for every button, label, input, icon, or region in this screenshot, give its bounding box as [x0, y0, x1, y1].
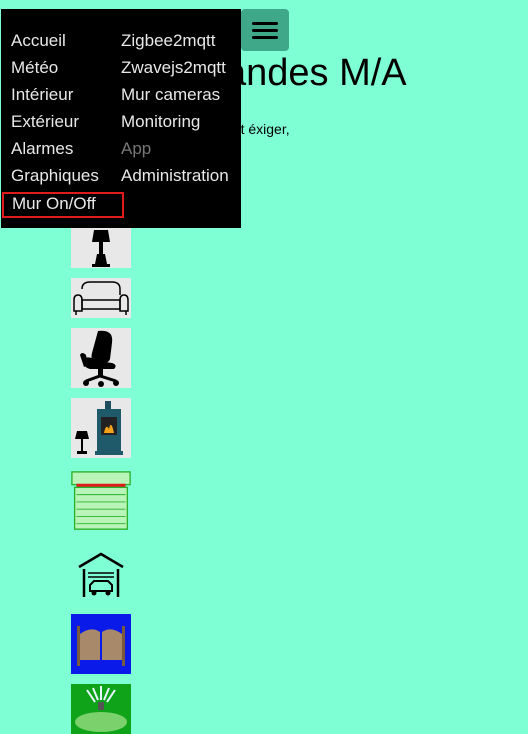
sofa-icon[interactable]: [71, 278, 131, 318]
hamburger-bar: [252, 21, 278, 25]
menu-item-administration[interactable]: Administration: [121, 165, 229, 192]
menu-item-zwavejs2mqtt[interactable]: Zwavejs2mqtt: [121, 57, 229, 84]
menu-item-alarmes[interactable]: Alarmes: [11, 138, 124, 165]
page-title: andes M/A: [225, 52, 407, 94]
hamburger-bar: [252, 28, 278, 32]
roller-shutter-icon[interactable]: [71, 468, 131, 534]
menu-column-left: Accueil Météo Intérieur Extérieur Alarme…: [2, 30, 124, 218]
garage-icon[interactable]: [71, 548, 131, 602]
nav-menu: Accueil Météo Intérieur Extérieur Alarme…: [1, 9, 241, 228]
sprinkler-icon[interactable]: [71, 684, 131, 734]
menu-item-accueil[interactable]: Accueil: [11, 30, 124, 57]
menu-item-interieur[interactable]: Intérieur: [11, 84, 124, 111]
menu-item-graphiques[interactable]: Graphiques: [11, 165, 124, 192]
menu-item-zigbee2mqtt[interactable]: Zigbee2mqtt: [121, 30, 229, 57]
menu-column-right: Zigbee2mqtt Zwavejs2mqtt Mur cameras Mon…: [121, 30, 229, 192]
menu-item-monitoring[interactable]: Monitoring: [121, 111, 229, 138]
menu-item-mur-cameras[interactable]: Mur cameras: [121, 84, 229, 111]
lamp-icon[interactable]: [71, 228, 131, 268]
hamburger-button[interactable]: [241, 9, 289, 51]
menu-item-app: App: [121, 139, 152, 158]
stove-lamp-icon[interactable]: [71, 398, 131, 458]
hamburger-bar: [252, 35, 278, 39]
gate-icon[interactable]: [71, 614, 131, 674]
office-chair-icon[interactable]: [71, 328, 131, 388]
menu-item-meteo[interactable]: Météo: [11, 57, 124, 84]
menu-item-exterieur[interactable]: Extérieur: [11, 111, 124, 138]
menu-item-mur-on-off[interactable]: Mur On/Off: [2, 192, 124, 218]
